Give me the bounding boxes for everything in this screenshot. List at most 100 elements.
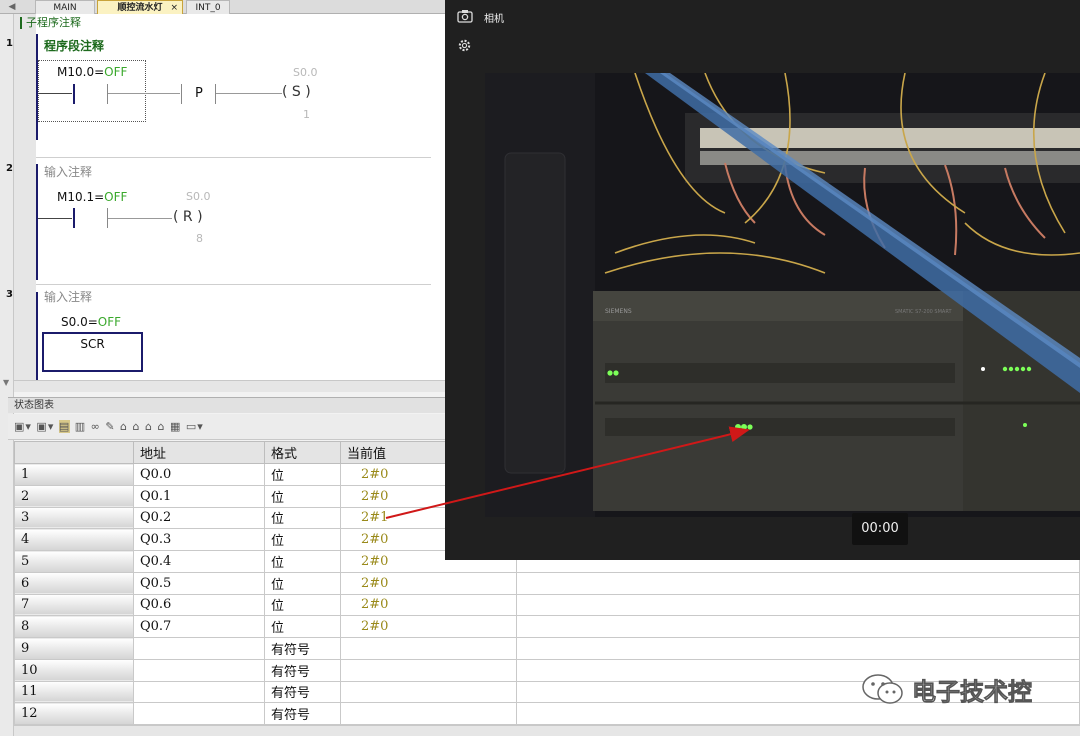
gear-icon[interactable] [457,38,472,53]
network-comment[interactable]: 程序段注释 [44,39,104,53]
coil-address[interactable]: S0.0 [293,66,317,79]
format-cell[interactable]: 有符号 [264,702,341,725]
glasses-icon[interactable]: ∞ [91,420,101,433]
value-cell[interactable]: 2#0 [340,593,517,617]
address-cell[interactable] [133,658,265,682]
table-row[interactable]: 6 Q0.5 位 2#0 [14,571,1080,595]
reset-coil[interactable]: ( R ) [173,209,203,225]
coil-count[interactable]: 8 [196,232,203,245]
format-cell[interactable]: 有符号 [264,637,341,660]
address-cell[interactable]: Q0.5 [133,571,265,595]
pencil-icon[interactable]: ✎ [105,420,115,433]
lock-icon[interactable]: ⌂ [133,420,141,433]
format-cell[interactable]: 位 [264,571,341,595]
format-cell[interactable]: 位 [264,463,341,486]
status-chart-toolbar: ▣▾ ▣▾ ▤ ▥ ∞ ✎ ⌂ ⌂ ⌂ ⌂ ▦ ▭▾ [8,414,445,440]
view-icon[interactable]: ▤ [58,420,71,433]
format-cell[interactable]: 有符号 [264,658,341,682]
column-header-address[interactable]: 地址 [133,441,265,464]
wechat-icon [862,674,903,704]
editor-vertical-scrollbar[interactable]: ▲ ▼ [0,0,14,736]
tab-int0[interactable]: INT_0 [186,0,230,14]
lock-icon[interactable]: ⌂ [120,420,128,433]
contact-bar [73,84,75,104]
tab-scroll-left-icon[interactable]: ◀ [0,0,24,14]
filler-cell [516,571,1080,595]
close-icon[interactable]: × [170,1,178,15]
value-cell[interactable]: 2#0 [340,571,517,595]
camera-icon [457,10,473,23]
value-cell[interactable] [340,637,517,660]
format-cell[interactable]: 位 [264,550,341,573]
address-cell[interactable]: Q0.3 [133,528,265,551]
value-cell[interactable]: 2#0 [340,615,517,638]
tab-main[interactable]: MAIN [35,0,95,14]
network-separator [36,157,431,158]
address-cell[interactable] [133,680,265,704]
box-address[interactable]: S0.0=OFF [61,315,121,329]
dropdown-icon[interactable]: ▭▾ [186,420,204,433]
column-header [14,441,134,464]
row-number: 8 [14,615,134,638]
scroll-down-icon[interactable]: ▼ [3,378,9,387]
plc-photo: SIEMENS SMATIC S7-200 SMART [485,73,1080,517]
camera-viewfinder: SIEMENS SMATIC S7-200 SMART [485,73,1080,517]
row-number: 3 [14,506,134,530]
scr-instruction-box[interactable]: SCR [42,332,143,372]
watermark: 电子技术控 [860,670,1060,710]
address-cell[interactable]: Q0.2 [133,506,265,530]
positive-edge-label[interactable]: P [195,86,203,101]
table-icon[interactable]: ▥ [75,420,86,433]
format-cell[interactable]: 位 [264,528,341,551]
recording-timer: 00:00 [852,513,908,545]
filler-cell [516,637,1080,660]
watermark-text: 电子技术控 [912,678,1033,707]
network-comment[interactable]: 输入注释 [44,165,92,179]
contact-address[interactable]: M10.0=OFF [57,65,127,79]
table-row[interactable]: 8 Q0.7 位 2#0 [14,615,1080,638]
rung-wire [108,93,180,94]
camera-window[interactable]: 相机 SIEMENS SMATIC S7-200 SMART 00:00 [445,0,1080,560]
subroutine-comment[interactable]: 子程序注释 [20,17,81,29]
row-number: 2 [14,484,134,508]
address-cell[interactable]: Q0.1 [133,484,265,508]
network-number: 3 [6,289,13,300]
format-cell[interactable]: 位 [264,593,341,617]
address-cell[interactable] [133,637,265,660]
coil-address[interactable]: S0.0 [186,190,210,203]
column-header-format[interactable]: 格式 [264,441,341,464]
edge-bar [215,84,216,104]
value-cell[interactable] [340,680,517,704]
row-number: 10 [14,658,134,682]
add-icon[interactable]: ▣▾ [14,420,32,433]
contact-bar [107,84,108,104]
value-cell[interactable] [340,658,517,682]
format-cell[interactable]: 有符号 [264,680,341,704]
address-cell[interactable]: Q0.0 [133,463,265,486]
address-cell[interactable] [133,702,265,725]
delete-icon[interactable]: ▣▾ [36,420,54,433]
coil-count[interactable]: 1 [303,108,310,121]
status-chart-title: 状态图表 [8,397,445,413]
address-cell[interactable]: Q0.4 [133,550,265,573]
chart-icon[interactable]: ▦ [170,420,181,433]
table-horizontal-scrollbar[interactable] [14,725,1080,736]
format-cell[interactable]: 位 [264,484,341,508]
set-coil[interactable]: ( S ) [282,84,311,100]
format-cell[interactable]: 位 [264,506,341,530]
value-cell[interactable] [340,702,517,725]
contact-address[interactable]: M10.1=OFF [57,190,127,204]
editor-horizontal-scrollbar[interactable] [14,380,445,392]
tab-sequence-lights[interactable]: 顺控流水灯 × [97,0,183,14]
rung-wire [216,93,282,94]
network-comment[interactable]: 输入注释 [44,290,92,304]
power-rail [36,164,38,280]
address-cell[interactable]: Q0.6 [133,593,265,617]
address-cell[interactable]: Q0.7 [133,615,265,638]
unlock-all-icon[interactable]: ⌂ [158,420,166,433]
table-row[interactable]: 7 Q0.6 位 2#0 [14,593,1080,617]
table-row[interactable]: 9 有符号 [14,637,1080,660]
unlock-icon[interactable]: ⌂ [145,420,153,433]
format-cell[interactable]: 位 [264,615,341,638]
row-number: 5 [14,550,134,573]
